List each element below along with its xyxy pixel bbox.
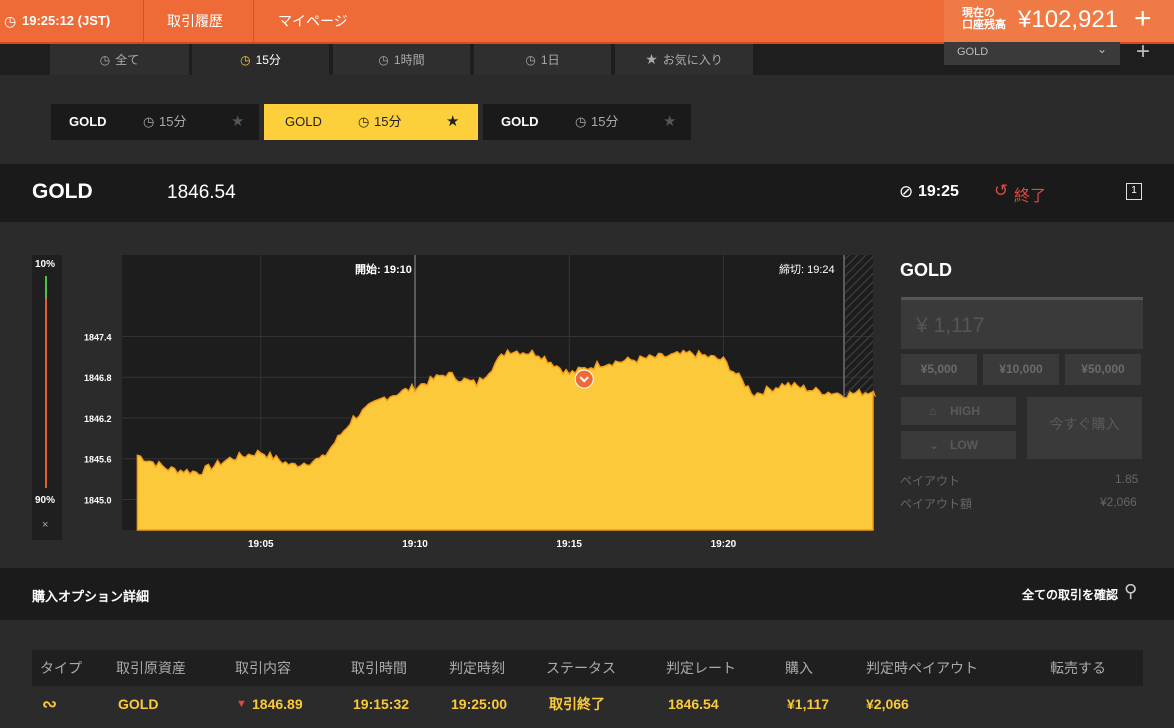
row-purchase: ¥1,117 xyxy=(787,696,830,712)
asset-select[interactable]: GOLD ⌄ xyxy=(944,42,1120,65)
asset-chip-active[interactable]: GOLD ◷ 15分 ★ xyxy=(264,104,478,140)
clock-icon: ◷ xyxy=(4,13,17,29)
tab-all[interactable]: ◷ 全て xyxy=(50,44,189,75)
payout-amount-label: ペイアウト額 xyxy=(900,497,973,511)
y-tick-label: 1845.6 xyxy=(84,455,112,465)
row-content: 1846.89 xyxy=(252,696,303,712)
down-chevron-icon xyxy=(579,376,589,383)
status-ended: 終了 xyxy=(1014,188,1047,205)
sentiment-bar: 10% 90% × xyxy=(32,255,62,540)
history-icon: ↺ xyxy=(994,181,1009,200)
star-icon[interactable]: ★ xyxy=(231,104,244,140)
nav-trade-history[interactable]: 取引履歴 xyxy=(167,0,223,42)
clock-icon: ◷ xyxy=(240,52,251,67)
chevron-down-icon: ⌄ xyxy=(1097,42,1108,56)
amount-10000-button[interactable]: ¥10,000 xyxy=(983,354,1059,385)
row-asset: GOLD xyxy=(118,696,159,712)
top-bar: ◷ 19:25:12 (JST) 取引履歴 マイページ 現在の 口座残高 ¥10… xyxy=(0,0,1174,44)
amount-5000-button[interactable]: ¥5,000 xyxy=(901,354,977,385)
current-time: 19:25:12 (JST) xyxy=(22,13,111,28)
chart-window-icon[interactable]: 1 xyxy=(1126,183,1142,200)
row-trade-time: 19:15:32 xyxy=(353,696,410,712)
nav-mypage[interactable]: マイページ xyxy=(278,0,348,42)
up-arrow-icon: ⌂ xyxy=(929,404,937,418)
clock-icon: ◷ xyxy=(358,114,370,129)
clock-icon: ◷ xyxy=(575,114,587,129)
payout-value: 1.85 xyxy=(1115,472,1139,486)
row-judge-time: 19:25:00 xyxy=(451,696,508,712)
panel-asset-name: GOLD xyxy=(900,260,952,280)
star-icon[interactable]: ★ xyxy=(446,104,459,140)
close-label: 締切: 19:24 xyxy=(779,264,835,276)
clock-icon: ◷ xyxy=(99,52,111,67)
row-judge-rate: 1846.54 xyxy=(668,696,719,712)
high-button[interactable]: ⌂ HIGH xyxy=(901,397,1016,425)
high-percent: 10% xyxy=(35,259,56,270)
low-arrow-icon: ▼ xyxy=(236,698,247,710)
tab-15min[interactable]: ◷ 15分 xyxy=(192,44,329,75)
balance-value: ¥102,921 xyxy=(1018,6,1119,33)
down-arrow-icon: ⌄ xyxy=(929,438,940,452)
y-tick-label: 1847.4 xyxy=(84,332,112,342)
x-tick-label: 19:10 xyxy=(402,539,428,550)
clock-icon: ◷ xyxy=(525,52,536,67)
tab-1day[interactable]: ◷ 1日 xyxy=(474,44,611,75)
period-tab-row: ◷ 全て ◷ 15分 ◷ 1時間 ◷ 1日 ★ お気に入り GOLD ⌄ + xyxy=(0,38,1174,75)
x-tick-label: 19:20 xyxy=(711,539,737,550)
entry-marker-icon xyxy=(574,369,594,389)
low-ratio-line xyxy=(45,298,47,488)
clock-icon: ◷ xyxy=(378,52,389,67)
details-title: 購入オプション詳細 xyxy=(32,589,150,604)
asset-chip[interactable]: GOLD ◷ 15分 ★ xyxy=(51,104,259,140)
add-chart-icon[interactable]: + xyxy=(1136,38,1150,66)
start-label: 開始: 19:10 xyxy=(355,264,412,276)
tab-1hour[interactable]: ◷ 1時間 xyxy=(333,44,470,75)
payout-amount-value: ¥2,066 xyxy=(1100,495,1137,509)
balance-label-2: 口座残高 xyxy=(962,19,1006,31)
type-icon: ∾ xyxy=(42,694,58,714)
trades-table-header: タイプ 取引原資産 取引内容 取引時間 判定時刻 ステータス 判定レート 購入 … xyxy=(32,650,1143,686)
balance-label-1: 現在の xyxy=(962,7,995,19)
asset-name: GOLD xyxy=(32,180,93,203)
purchase-details-header: 購入オプション詳細 全ての取引を確認 ⚲ xyxy=(0,568,1174,620)
buy-now-button[interactable]: 今すぐ購入 xyxy=(1027,397,1142,459)
expiry-time: 19:25 xyxy=(918,183,959,200)
x-tick-label: 19:15 xyxy=(556,539,582,550)
view-all-trades-link[interactable]: 全ての取引を確認 xyxy=(1022,586,1118,603)
no-entry-icon: ⊘ xyxy=(899,182,914,201)
payout-label: ペイアウト xyxy=(900,474,961,488)
star-icon[interactable]: ★ xyxy=(663,104,676,140)
y-tick-label: 1845.0 xyxy=(84,495,112,505)
y-tick-label: 1846.8 xyxy=(84,373,112,383)
current-price: 1846.54 xyxy=(167,182,236,203)
account-balance: 現在の 口座残高 ¥102,921 + xyxy=(944,0,1174,42)
asset-header-bar: GOLD 1846.54 ⊘ 19:25 ↺ 終了 1 xyxy=(0,164,1174,222)
price-series-area xyxy=(136,348,877,531)
x-tick-label: 19:05 xyxy=(248,539,274,550)
tab-favorites[interactable]: ★ お気に入り xyxy=(615,44,753,75)
close-icon[interactable]: × xyxy=(42,519,48,531)
high-ratio-line xyxy=(45,276,47,298)
row-status: 取引終了 xyxy=(549,696,605,712)
asset-chip[interactable]: GOLD ◷ 15分 ★ xyxy=(483,104,691,140)
amount-input[interactable]: ¥ 1,117 xyxy=(901,297,1143,349)
low-percent: 90% xyxy=(35,495,56,506)
search-icon[interactable]: ⚲ xyxy=(1124,581,1137,602)
star-icon: ★ xyxy=(645,51,658,67)
amount-50000-button[interactable]: ¥50,000 xyxy=(1065,354,1141,385)
deposit-plus-button[interactable]: + xyxy=(1134,4,1152,34)
row-payout: ¥2,066 xyxy=(866,696,909,712)
low-button[interactable]: ⌄ LOW xyxy=(901,431,1016,459)
y-tick-label: 1846.2 xyxy=(84,414,112,424)
clock-icon: ◷ xyxy=(143,114,155,129)
